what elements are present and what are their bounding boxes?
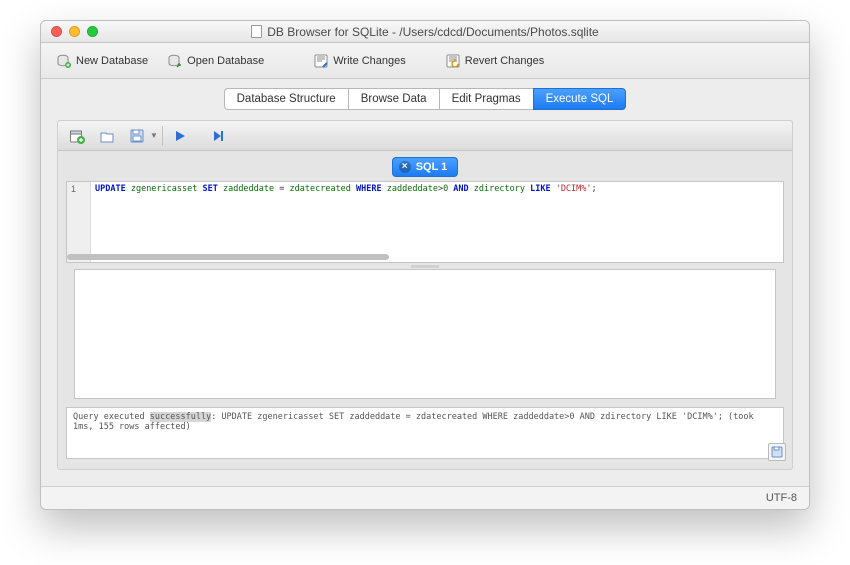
save-sql-file-button[interactable]: [124, 124, 150, 148]
log-prefix: Query executed: [73, 412, 150, 422]
tab-browse-data[interactable]: Browse Data: [348, 88, 439, 110]
sql-tab-1[interactable]: × SQL 1: [392, 157, 459, 177]
results-grid[interactable]: [74, 269, 776, 399]
execute-sql-panel: ▼ × SQL 1 1 UPDATE zgenericasset SE: [57, 120, 793, 470]
query-log: Query executed successfully: UPDATE zgen…: [66, 407, 784, 459]
write-changes-icon: [314, 54, 328, 68]
new-database-button[interactable]: New Database: [47, 50, 158, 72]
write-changes-button[interactable]: Write Changes: [304, 50, 416, 72]
run-line-button[interactable]: [205, 124, 231, 148]
sql-toolbar: ▼: [58, 121, 792, 151]
close-window-button[interactable]: [51, 26, 62, 37]
window-title: DB Browser for SQLite - /Users/cdcd/Docu…: [41, 25, 809, 39]
sql-tabs: × SQL 1: [58, 151, 792, 181]
revert-changes-label: Revert Changes: [465, 55, 545, 67]
status-bar: UTF-8: [41, 486, 809, 509]
run-sql-button[interactable]: [167, 124, 193, 148]
save-log-button[interactable]: [768, 443, 786, 461]
encoding-label: UTF-8: [766, 492, 797, 504]
tab-edit-pragmas[interactable]: Edit Pragmas: [439, 88, 533, 110]
open-sql-file-button[interactable]: [94, 124, 120, 148]
zoom-window-button[interactable]: [87, 26, 98, 37]
new-sql-tab-button[interactable]: [64, 124, 90, 148]
line-number: 1: [71, 184, 86, 194]
app-window: DB Browser for SQLite - /Users/cdcd/Docu…: [40, 20, 810, 510]
new-database-icon: [57, 54, 71, 68]
minimize-window-button[interactable]: [69, 26, 80, 37]
sql-tab-label: SQL 1: [416, 161, 448, 173]
editor-horizontal-scrollbar[interactable]: [67, 252, 783, 262]
scrollbar-thumb[interactable]: [67, 254, 389, 260]
window-controls: [41, 26, 98, 37]
revert-changes-icon: [446, 54, 460, 68]
close-sql-tab-icon[interactable]: ×: [399, 161, 411, 173]
editor-gutter: 1: [67, 182, 91, 262]
log-highlight: successfully: [150, 412, 211, 422]
tab-database-structure[interactable]: Database Structure: [224, 88, 348, 110]
window-title-text: DB Browser for SQLite - /Users/cdcd/Docu…: [267, 25, 598, 39]
open-database-icon: [168, 54, 182, 68]
main-tabs: Database Structure Browse Data Edit Prag…: [41, 79, 809, 110]
write-changes-label: Write Changes: [333, 55, 406, 67]
tab-execute-sql[interactable]: Execute SQL: [533, 88, 627, 110]
new-database-label: New Database: [76, 55, 148, 67]
main-toolbar: New Database Open Database Write Changes…: [41, 43, 809, 79]
open-database-button[interactable]: Open Database: [158, 50, 274, 72]
sql-editor[interactable]: 1 UPDATE zgenericasset SET zaddeddate = …: [66, 181, 784, 263]
sql-code-line[interactable]: UPDATE zgenericasset SET zaddeddate = zd…: [91, 182, 601, 262]
open-database-label: Open Database: [187, 55, 264, 67]
revert-changes-button[interactable]: Revert Changes: [436, 50, 555, 72]
titlebar: DB Browser for SQLite - /Users/cdcd/Docu…: [41, 21, 809, 43]
document-icon: [251, 25, 262, 38]
